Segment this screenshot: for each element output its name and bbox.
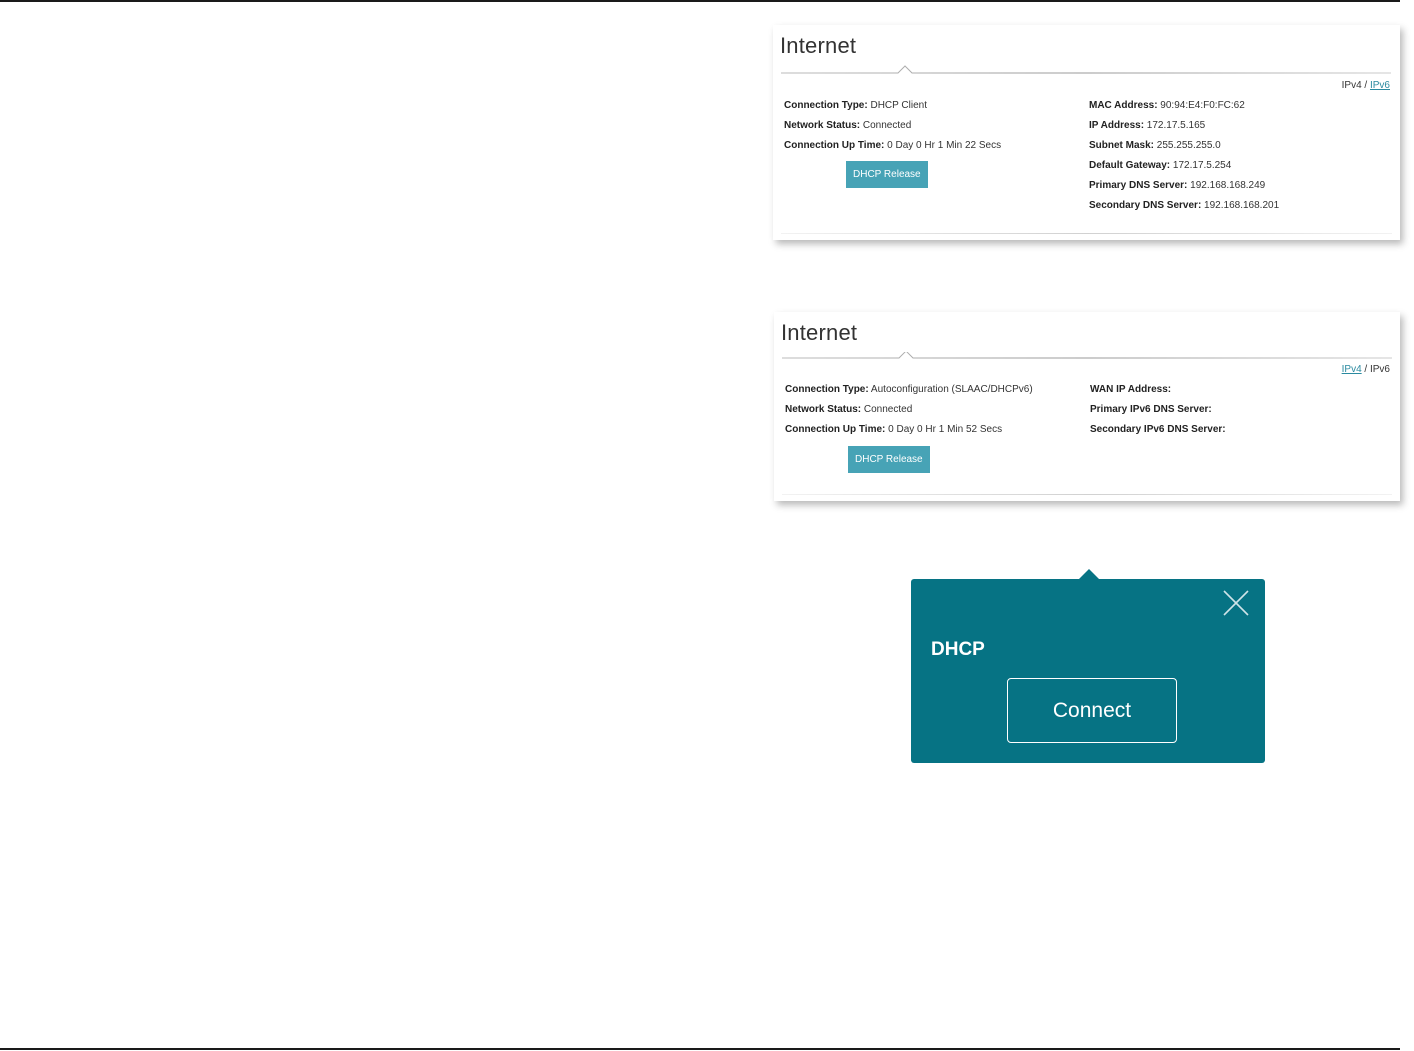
page-bottom-rule (0, 1048, 1400, 1050)
panel-title: Internet (780, 33, 857, 58)
ipv6-tab[interactable]: IPv6 (1370, 364, 1390, 375)
panel-title: Internet (781, 320, 858, 345)
title-divider (782, 352, 1392, 359)
address-info-column: WAN IP Address: Primary IPv6 DNS Server:… (1090, 380, 1226, 440)
connection-info-column: Connection Type: DHCP Client Network Sta… (784, 96, 1001, 156)
info-value: Connected (860, 120, 912, 131)
info-row-primary-ipv6-dns: Primary IPv6 DNS Server: (1090, 400, 1226, 420)
info-row-connection-type: Connection Type: Autoconfiguration (SLAA… (785, 380, 1033, 400)
info-row-subnet-mask: Subnet Mask: 255.255.255.0 (1089, 136, 1279, 156)
version-separator: / (1361, 80, 1370, 91)
popup-pointer (1079, 569, 1099, 579)
info-label: Default Gateway: (1089, 160, 1171, 171)
info-label: Network Status: (784, 120, 861, 131)
info-row-up-time: Connection Up Time: 0 Day 0 Hr 1 Min 52 … (785, 420, 1033, 440)
info-row-wan-ip: WAN IP Address: (1090, 380, 1226, 400)
info-label: Secondary IPv6 DNS Server: (1090, 424, 1226, 435)
info-row-ip-address: IP Address: 172.17.5.165 (1089, 116, 1279, 136)
dhcp-popup: DHCP Connect (911, 569, 1265, 763)
info-label: MAC Address: (1089, 100, 1158, 111)
info-row-connection-type: Connection Type: DHCP Client (784, 96, 1001, 116)
ipv4-link[interactable]: IPv4 (1342, 364, 1362, 375)
info-value: 192.168.168.201 (1201, 200, 1280, 211)
info-value: 172.17.5.254 (1170, 160, 1232, 171)
panel-bottom-divider (781, 233, 1392, 234)
ipv6-link[interactable]: IPv6 (1370, 80, 1390, 91)
popup-title: DHCP (931, 639, 985, 660)
info-row-default-gateway: Default Gateway: 172.17.5.254 (1089, 156, 1279, 176)
ip-version-switch: IPv4 / IPv6 (1342, 364, 1390, 375)
info-value: 172.17.5.165 (1144, 120, 1206, 131)
info-label: Connection Type: (784, 100, 868, 111)
ipv4-tab[interactable]: IPv4 (1342, 80, 1362, 91)
info-value: 0 Day 0 Hr 1 Min 52 Secs (885, 424, 1003, 435)
info-label: Connection Up Time: (784, 140, 885, 151)
info-value: Connected (861, 404, 913, 415)
connect-button[interactable]: Connect (1007, 678, 1177, 743)
info-row-network-status: Network Status: Connected (785, 400, 1033, 420)
info-label: Primary DNS Server: (1089, 180, 1188, 191)
internet-panel-ipv4: Internet IPv4 / IPv6 Connection Type: DH… (773, 25, 1400, 240)
close-icon[interactable] (1222, 589, 1250, 617)
ip-version-switch: IPv4 / IPv6 (1342, 80, 1390, 91)
dhcp-release-button[interactable]: DHCP Release (846, 161, 928, 188)
info-value: 0 Day 0 Hr 1 Min 22 Secs (884, 140, 1002, 151)
info-row-primary-dns: Primary DNS Server: 192.168.168.249 (1089, 176, 1279, 196)
info-label: IP Address: (1089, 120, 1145, 131)
info-label: Secondary DNS Server: (1089, 200, 1202, 211)
info-value: Autoconfiguration (SLAAC/DHCPv6) (868, 384, 1033, 395)
dhcp-release-button[interactable]: DHCP Release (848, 446, 930, 473)
page-top-rule (0, 0, 1400, 2)
info-value: DHCP Client (867, 100, 927, 111)
info-label: Subnet Mask: (1089, 140, 1155, 151)
info-row-secondary-ipv6-dns: Secondary IPv6 DNS Server: (1090, 420, 1226, 440)
info-row-secondary-dns: Secondary DNS Server: 192.168.168.201 (1089, 196, 1279, 216)
info-label: Connection Type: (785, 384, 869, 395)
info-value: 192.168.168.249 (1187, 180, 1266, 191)
internet-panel-ipv6: Internet IPv4 / IPv6 Connection Type: Au… (774, 312, 1400, 501)
title-divider (781, 65, 1391, 74)
connection-info-column: Connection Type: Autoconfiguration (SLAA… (785, 380, 1033, 440)
info-label: Network Status: (785, 404, 862, 415)
info-label: Connection Up Time: (785, 424, 886, 435)
info-label: Primary IPv6 DNS Server: (1090, 404, 1212, 415)
address-info-column: MAC Address: 90:94:E4:F0:FC:62 IP Addres… (1089, 96, 1279, 216)
info-row-network-status: Network Status: Connected (784, 116, 1001, 136)
panel-bottom-divider (782, 494, 1392, 495)
info-label: WAN IP Address: (1090, 384, 1172, 395)
info-value: 255.255.255.0 (1154, 140, 1221, 151)
info-value: 90:94:E4:F0:FC:62 (1157, 100, 1245, 111)
version-separator: / (1361, 364, 1370, 375)
info-row-mac-address: MAC Address: 90:94:E4:F0:FC:62 (1089, 96, 1279, 116)
info-row-up-time: Connection Up Time: 0 Day 0 Hr 1 Min 22 … (784, 136, 1001, 156)
